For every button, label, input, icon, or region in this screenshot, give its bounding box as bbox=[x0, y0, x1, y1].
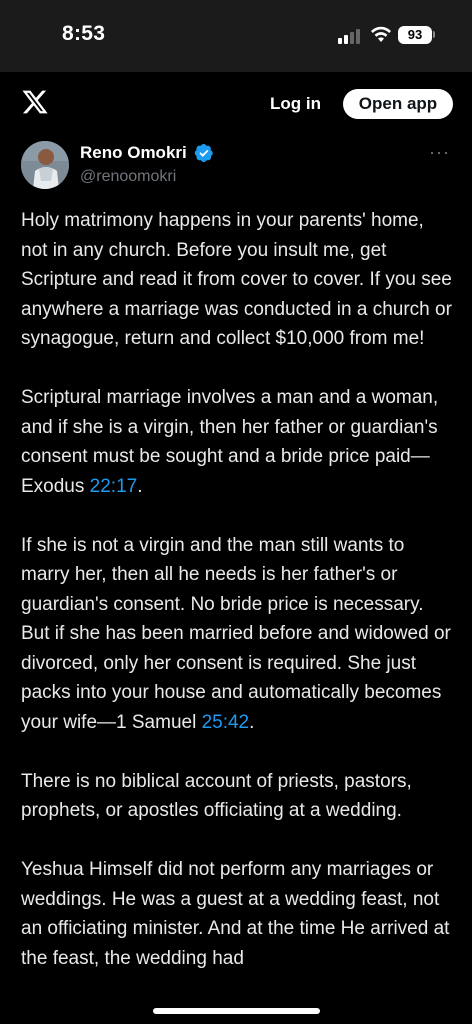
author-handle[interactable]: @renoomokri bbox=[80, 168, 176, 186]
paragraph-text: If she is not a virgin and the man still… bbox=[21, 534, 451, 733]
battery-tip bbox=[433, 31, 435, 38]
avatar-image bbox=[21, 141, 69, 189]
post-paragraph: Holy matrimony happens in your parents' … bbox=[21, 206, 453, 354]
avatar[interactable] bbox=[21, 141, 69, 189]
post-text: Holy matrimony happens in your parents' … bbox=[21, 206, 453, 1003]
post-paragraph: Scriptural marriage involves a man and a… bbox=[21, 383, 453, 501]
post-paragraph: If she is not a virgin and the man still… bbox=[21, 531, 453, 738]
battery-indicator: 93 bbox=[398, 26, 432, 44]
paragraph-punctuation: . bbox=[137, 475, 143, 497]
paragraph-text: There is no biblical account of priests,… bbox=[21, 770, 412, 822]
top-nav: Log in Open app bbox=[0, 72, 472, 134]
author-name[interactable]: Reno Omokri bbox=[80, 143, 187, 163]
paragraph-text: Yeshua Himself did not perform any marri… bbox=[21, 859, 450, 969]
wifi-icon bbox=[371, 26, 391, 42]
paragraph-text: Scriptural marriage involves a man and a… bbox=[21, 387, 439, 497]
scripture-link[interactable]: 25:42 bbox=[202, 712, 250, 733]
open-app-button[interactable]: Open app bbox=[343, 89, 453, 119]
post-paragraph: Yeshua Himself did not perform any marri… bbox=[21, 855, 453, 973]
paragraph-text: Holy matrimony happens in your parents' … bbox=[21, 210, 452, 349]
post-paragraph: There is no biblical account of priests,… bbox=[21, 767, 453, 826]
status-bar: 8:53 93 bbox=[0, 0, 472, 72]
more-options-icon[interactable]: ··· bbox=[429, 142, 450, 163]
cellular-signal-icon bbox=[338, 28, 362, 44]
paragraph-punctuation: . bbox=[249, 711, 255, 733]
home-indicator[interactable] bbox=[153, 1008, 320, 1014]
verified-badge-icon bbox=[194, 144, 213, 162]
x-logo-icon[interactable] bbox=[21, 88, 49, 116]
login-button[interactable]: Log in bbox=[270, 94, 321, 114]
status-time: 8:53 bbox=[62, 22, 106, 45]
scripture-link[interactable]: 22:17 bbox=[90, 476, 138, 497]
